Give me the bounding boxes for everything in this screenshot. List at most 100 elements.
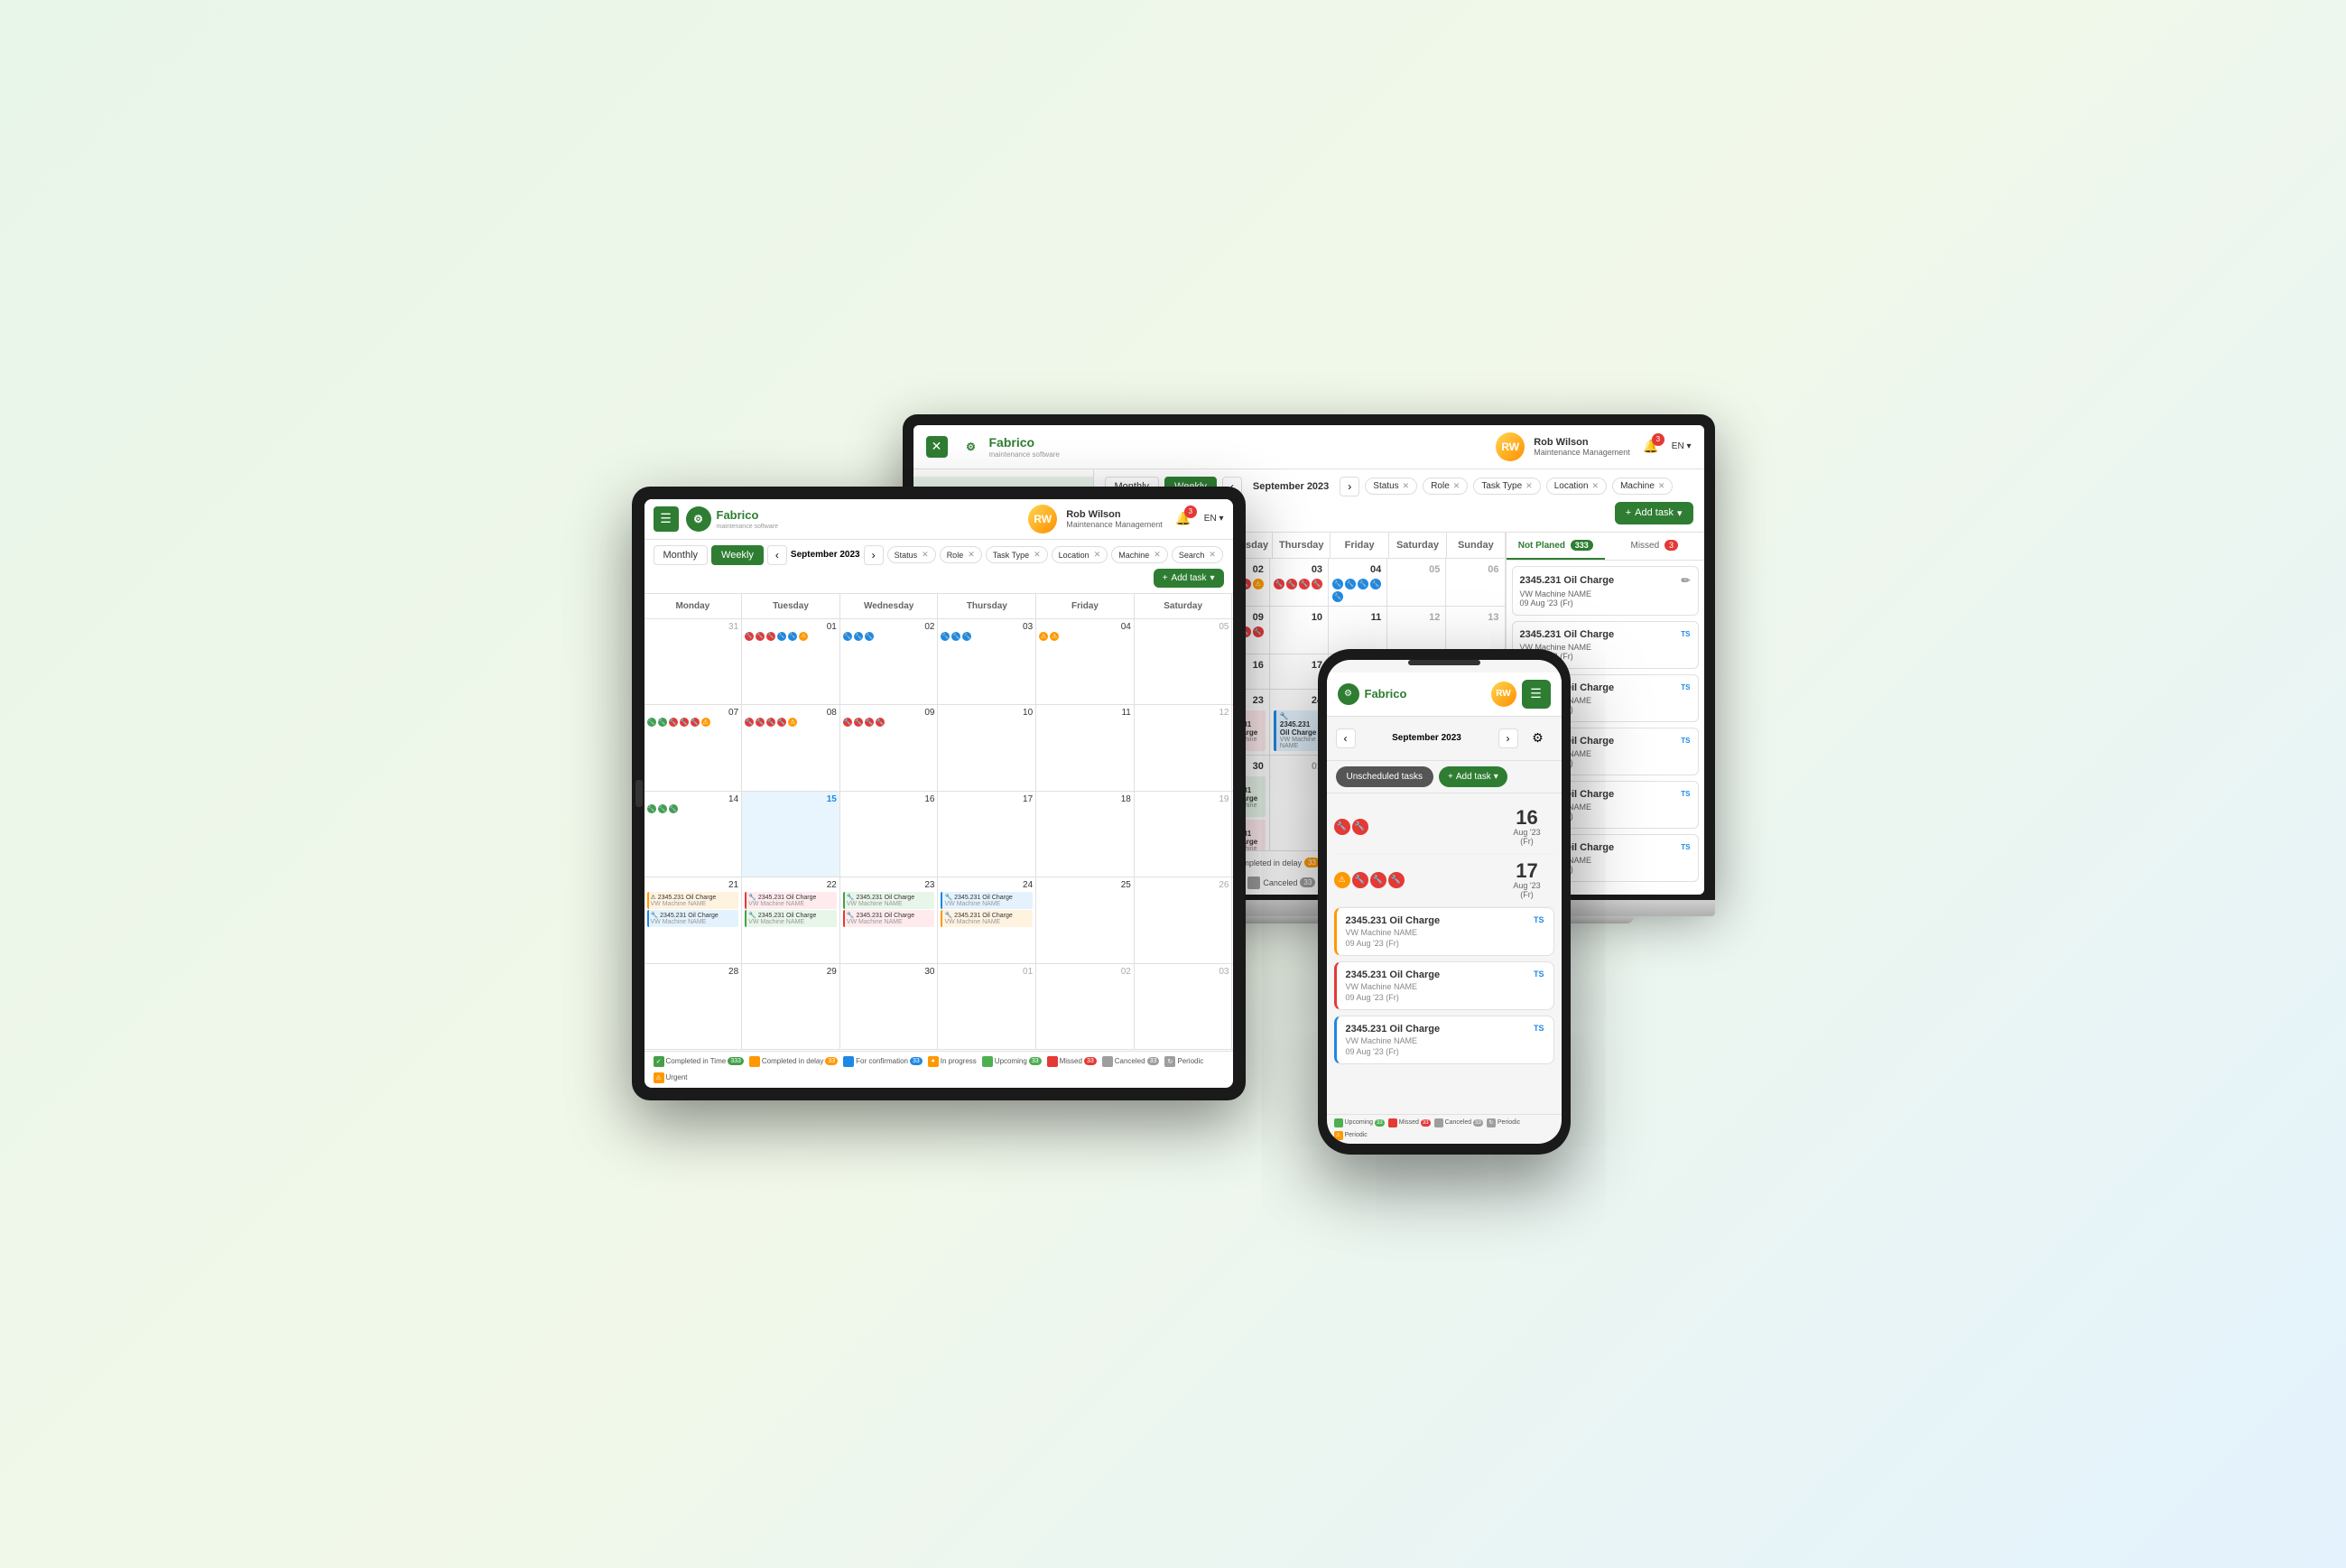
tablet-cell-08[interactable]: 08 🔧 🔧 🔧 🔧 ⚠ (742, 705, 840, 791)
tab-not-planned[interactable]: Not Planed 333 (1507, 533, 1606, 560)
filter-task-type[interactable]: Task Type ✕ (1473, 478, 1540, 495)
tablet-dot: 🔧 (745, 718, 754, 727)
add-task-btn[interactable]: + Add task ▾ (1615, 502, 1693, 524)
tablet-week-1: 31 01 🔧 🔧 🔧 🔧 🔧 ⚠ (644, 619, 1233, 706)
tablet-cell-17[interactable]: 17 (938, 792, 1036, 877)
cal-cell-11[interactable]: 11 (1329, 607, 1387, 654)
tab-missed[interactable]: Missed 3 (1605, 533, 1704, 560)
tl-delay-label: Completed in delay (762, 1057, 823, 1065)
tablet-cell-18[interactable]: 18 (1036, 792, 1135, 877)
filter-machine[interactable]: Machine ✕ (1612, 478, 1673, 495)
rp-item-1[interactable]: 2345.231 Oil Charge ✏ VW Machine NAME 09… (1512, 566, 1699, 616)
tablet-add-task-btn[interactable]: + Add task ▾ (1154, 569, 1224, 588)
tablet-cell-12[interactable]: 12 (1135, 705, 1233, 791)
tablet-home-button[interactable] (635, 780, 643, 807)
tablet-filter-status[interactable]: Status ✕ (887, 546, 936, 563)
phone-add-task-btn[interactable]: + Add task ▾ (1439, 766, 1507, 787)
tablet-cell-24[interactable]: 24 🔧 2345.231 Oil ChargeVW Machine NAME … (938, 877, 1036, 963)
phone-filter-btn[interactable]: ⚙ (1524, 724, 1553, 753)
tablet-view-weekly[interactable]: Weekly (711, 545, 764, 565)
tablet-cell-10[interactable]: 10 (938, 705, 1036, 791)
tablet-cell-16[interactable]: 16 (840, 792, 939, 877)
tablet-cell-29[interactable]: 29 (742, 964, 840, 1050)
tablet-prev-btn[interactable]: ‹ (767, 545, 787, 565)
filter-role[interactable]: Role ✕ (1423, 478, 1468, 495)
tablet-mini-card[interactable]: 🔧 2345.231 Oil ChargeVW Machine NAME (843, 910, 935, 927)
tablet-cell-26[interactable]: 26 (1135, 877, 1233, 963)
tablet-filter-location[interactable]: Location ✕ (1052, 546, 1108, 563)
tablet-mini-card[interactable]: ⚠ 2345.231 Oil ChargeVW Machine NAME (647, 892, 739, 909)
filter-status[interactable]: Status ✕ (1365, 478, 1417, 495)
cal-day-saturday: Saturday (1389, 533, 1447, 558)
phone-prev-btn[interactable]: ‹ (1336, 728, 1356, 748)
filter-role-clear[interactable]: ✕ (1453, 481, 1460, 491)
tablet-cell-07[interactable]: 07 🔧 🔧 🔧 🔧 🔧 ⚠ (644, 705, 743, 791)
filter-location[interactable]: Location ✕ (1546, 478, 1607, 495)
period-label: September 2023 (1247, 481, 1334, 492)
cal-cell-04[interactable]: 04 🔧 🔧 🔧 🔧 🔧 (1329, 559, 1387, 606)
tablet-cell-oct03[interactable]: 03 (1135, 964, 1233, 1050)
tablet-cell-03[interactable]: 03 🔧 🔧 🔧 (938, 619, 1036, 705)
cal-cell-13[interactable]: 13 (1446, 607, 1505, 654)
tablet-cell-oct01[interactable]: 01 (938, 964, 1036, 1050)
filter-status-clear[interactable]: ✕ (1403, 481, 1410, 491)
tablet-cell-09[interactable]: 09 🔧 🔧 🔧 🔧 (840, 705, 939, 791)
language-btn[interactable]: EN ▾ (1672, 441, 1692, 451)
tablet-lang-btn[interactable]: EN ▾ (1204, 514, 1224, 524)
tablet-mini-card[interactable]: 🔧 2345.231 Oil ChargeVW Machine NAME (843, 892, 935, 909)
cal-cell-03[interactable]: 03 🔧 🔧 🔧 🔧 (1270, 559, 1329, 606)
tablet-mini-card[interactable]: 🔧 2345.231 Oil ChargeVW Machine NAME (941, 910, 1033, 927)
phone-task-card-2[interactable]: 2345.231 Oil Charge TS VW Machine NAME 0… (1334, 961, 1554, 1010)
cal-cell-06[interactable]: 06 (1446, 559, 1505, 606)
cal-cell-05[interactable]: 05 (1387, 559, 1446, 606)
tablet-filter-role[interactable]: Role ✕ (940, 546, 982, 563)
tablet-cell-04[interactable]: 04 ⚠ ⚠ (1036, 619, 1135, 705)
tablet-cell-30[interactable]: 30 (840, 964, 939, 1050)
filter-machine-clear[interactable]: ✕ (1658, 481, 1665, 491)
tablet-search-filter[interactable]: Search ✕ (1172, 546, 1223, 563)
cal-day-thursday: Thursday (1273, 533, 1331, 558)
hamburger-btn[interactable]: ☰ (654, 506, 679, 532)
notification-btn[interactable]: 🔔 3 (1639, 435, 1663, 459)
tablet-cell-11[interactable]: 11 (1036, 705, 1135, 791)
tablet-cell-23[interactable]: 23 🔧 2345.231 Oil ChargeVW Machine NAME … (840, 877, 939, 963)
tablet-filter-machine[interactable]: Machine ✕ (1111, 546, 1168, 563)
tablet-mini-card[interactable]: 🔧 2345.231 Oil ChargeVW Machine NAME (941, 892, 1033, 909)
tablet-cell-02[interactable]: 02 🔧 🔧 🔧 (840, 619, 939, 705)
cal-cell-10[interactable]: 10 (1270, 607, 1329, 654)
tablet-cell-28[interactable]: 28 (644, 964, 743, 1050)
phone-next-btn[interactable]: › (1498, 728, 1518, 748)
tablet-cell-25[interactable]: 25 (1036, 877, 1135, 963)
tablet-notif-btn[interactable]: 🔔 3 (1172, 507, 1195, 531)
tablet-dot: 🔧 (843, 718, 852, 727)
phone-task-card-3[interactable]: 2345.231 Oil Charge TS VW Machine NAME 0… (1334, 1016, 1554, 1064)
tablet-cell-05[interactable]: 05 (1135, 619, 1233, 705)
tablet-view-monthly[interactable]: Monthly (654, 545, 709, 565)
next-period-btn[interactable]: › (1340, 477, 1359, 496)
tablet-next-btn[interactable]: › (864, 545, 884, 565)
cal-cell-12[interactable]: 12 (1387, 607, 1446, 654)
phone-menu-btn[interactable]: ☰ (1522, 680, 1551, 709)
filter-task-type-clear[interactable]: ✕ (1525, 481, 1533, 491)
sidebar-close-btn[interactable]: ✕ (926, 436, 948, 458)
tablet-cell-14[interactable]: 14 🔧 🔧 🔧 (644, 792, 743, 877)
tablet-mini-card[interactable]: 🔧 2345.231 Oil ChargeVW Machine NAME (745, 910, 837, 927)
phone-add-icon: + (1448, 772, 1453, 782)
cal-day-friday: Friday (1331, 533, 1388, 558)
tablet-day-friday: Friday (1036, 594, 1135, 618)
laptop-app-header: ✕ ⚙ Fabrico maintenance software RW Rob … (913, 425, 1704, 469)
tablet-cell-oct02[interactable]: 02 (1036, 964, 1135, 1050)
tl-urgent: ⚠ Urgent (654, 1072, 688, 1083)
filter-location-clear[interactable]: ✕ (1592, 481, 1600, 491)
tablet-cell-01[interactable]: 01 🔧 🔧 🔧 🔧 🔧 ⚠ (742, 619, 840, 705)
tablet-mini-card[interactable]: 🔧 2345.231 Oil ChargeVW Machine NAME (647, 910, 739, 927)
tablet-cell-31[interactable]: 31 (644, 619, 743, 705)
tablet-cell-22[interactable]: 22 🔧 2345.231 Oil ChargeVW Machine NAME … (742, 877, 840, 963)
phone-task-card-1[interactable]: 2345.231 Oil Charge TS VW Machine NAME 0… (1334, 907, 1554, 956)
tablet-cell-21[interactable]: 21 ⚠ 2345.231 Oil ChargeVW Machine NAME … (644, 877, 743, 963)
tablet-filter-task-type[interactable]: Task Type ✕ (986, 546, 1048, 563)
tablet-mini-card[interactable]: 🔧 2345.231 Oil ChargeVW Machine NAME (745, 892, 837, 909)
tablet-cell-15-today[interactable]: 15 (742, 792, 840, 877)
phone-unscheduled-btn[interactable]: Unscheduled tasks (1336, 766, 1434, 787)
tablet-cell-19[interactable]: 19 (1135, 792, 1233, 877)
